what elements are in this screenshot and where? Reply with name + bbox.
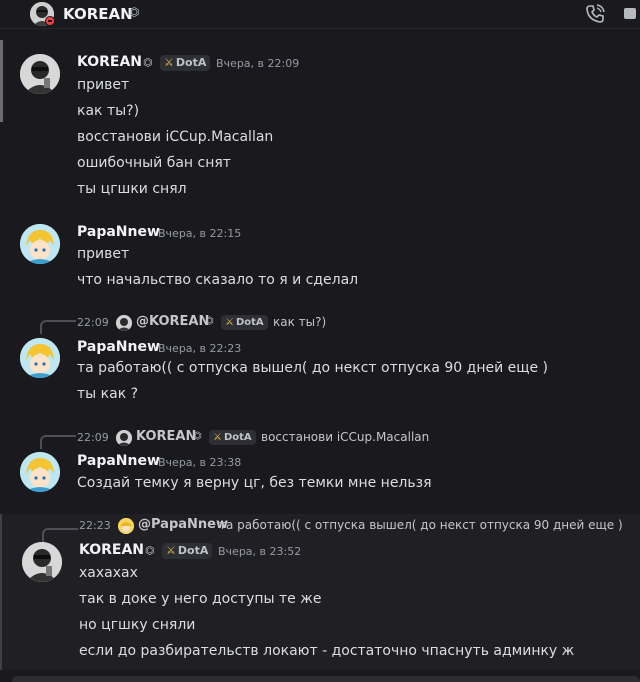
reply-server-tag-label: DotA	[223, 432, 252, 443]
avatar[interactable]	[20, 338, 60, 378]
sword-icon: ⚔	[225, 317, 234, 328]
reply-timestamp: 22:09	[77, 316, 109, 329]
reply-author[interactable]: KOREAN	[136, 429, 196, 444]
avatar[interactable]	[20, 224, 60, 264]
chat-header: KOREAN ⏣	[0, 0, 640, 29]
reply-timestamp: 22:23	[79, 519, 111, 532]
reply-author[interactable]: @KOREAN	[136, 314, 209, 329]
shield-icon: ⏣	[205, 316, 214, 327]
sword-icon: ⚔	[164, 56, 174, 69]
message-line: так в доке у него доступы те же	[79, 591, 322, 607]
dnd-status-icon	[45, 16, 55, 26]
reply-server-tag: ⚔ DotA	[221, 315, 268, 330]
reply-connector	[40, 435, 76, 449]
sword-icon: ⚔	[166, 544, 176, 557]
video-call-icon[interactable]	[624, 6, 640, 26]
phone-call-icon[interactable]	[585, 4, 605, 28]
timestamp: Вчера, в 22:23	[158, 342, 242, 355]
timestamp: Вчера, в 23:52	[218, 545, 302, 558]
message-line: ты как ?	[77, 386, 139, 402]
reply-avatar	[116, 430, 132, 446]
avatar[interactable]	[20, 452, 60, 492]
message-group: 22:23 @PapaNnew та работаю(( с отпуска в…	[0, 514, 640, 670]
reply-author[interactable]: @PapaNnew	[138, 517, 228, 532]
shield-icon: ⏣	[193, 431, 202, 442]
message-line: если до разбирательств локают - достаточ…	[79, 643, 575, 659]
reply-connector	[40, 320, 76, 334]
reply-avatar	[118, 518, 134, 534]
username[interactable]: PapaNnew	[77, 339, 160, 355]
reply-preview[interactable]: как ты?)	[273, 315, 326, 329]
avatar[interactable]	[22, 542, 62, 582]
message-line: но цгшку сняли	[79, 617, 196, 633]
shield-icon: ⏣	[129, 5, 140, 19]
server-tag[interactable]: ⚔ DotA	[162, 543, 213, 559]
server-tag[interactable]: ⚔ DotA	[160, 55, 211, 71]
reply-server-tag: ⚔ DotA	[209, 430, 256, 445]
message-line: что начальство сказало то я и сделал	[77, 272, 359, 288]
message-line: как ты?)	[77, 103, 140, 119]
shield-icon: ⏣	[145, 544, 155, 557]
message-line: ты цгшки снял	[77, 181, 187, 197]
username[interactable]: PapaNnew	[77, 453, 160, 469]
shield-icon: ⏣	[143, 56, 153, 69]
message-group: 22:09 KOREAN ⏣ ⚔ DotA восстанови iCCup.Ma…	[0, 424, 640, 506]
username[interactable]: PapaNnew	[77, 224, 160, 240]
message-group: 22:09 @KOREAN ⏣ ⚔ DotA как ты?) PapaNnew …	[0, 310, 640, 410]
reply-timestamp: 22:09	[77, 431, 109, 444]
avatar[interactable]	[20, 54, 60, 94]
reply-server-tag-label: DotA	[235, 317, 264, 328]
message-line: та работаю(( с отпуска вышел( до некст о…	[77, 360, 548, 376]
message-group: PapaNnew Вчера, в 22:15 привет что начал…	[0, 214, 640, 294]
timestamp: Вчера, в 22:15	[158, 227, 242, 240]
message-line: Создай темку я верну цг, без темки мне н…	[77, 475, 432, 491]
message-line: восстанови iCCup.Macallan	[77, 129, 274, 145]
timestamp: Вчера, в 23:38	[158, 456, 242, 469]
message-line: привет	[77, 246, 130, 262]
message-line: привет	[77, 77, 130, 93]
reply-connector	[42, 528, 78, 542]
reply-avatar	[116, 315, 132, 331]
reply-preview[interactable]: восстанови iCCup.Macallan	[261, 430, 429, 444]
message-composer-edge	[12, 676, 640, 682]
reply-preview[interactable]: та работаю(( с отпуска вышел( до некст о…	[219, 518, 623, 532]
server-tag-label: DotA	[177, 544, 209, 557]
username[interactable]: KOREAN	[77, 54, 142, 70]
channel-title[interactable]: KOREAN	[63, 5, 133, 23]
timestamp: Вчера, в 22:09	[216, 57, 300, 70]
message-group: KOREAN ⏣ ⚔ DotA Вчера, в 22:09 привет как…	[0, 44, 640, 204]
message-line: хахахах	[79, 565, 138, 581]
message-line: ошибочный бан снят	[77, 155, 231, 171]
username[interactable]: KOREAN	[79, 542, 144, 558]
sword-icon: ⚔	[213, 432, 222, 443]
server-tag-label: DotA	[175, 56, 207, 69]
